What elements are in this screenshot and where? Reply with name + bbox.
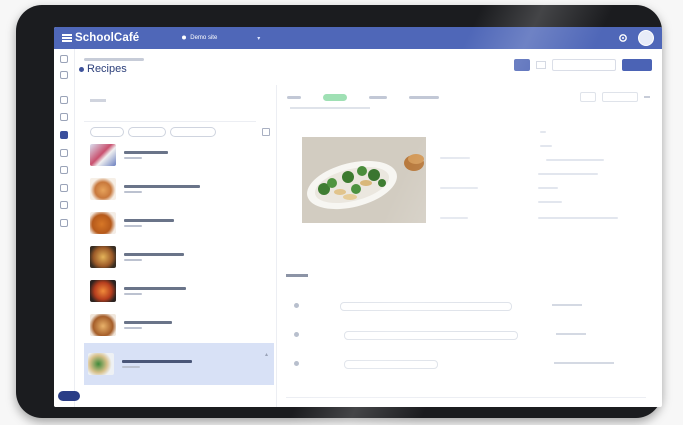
nav-ordering-icon[interactable] [60,184,68,192]
detail-actions [580,92,650,102]
detail-field [540,145,552,147]
detail-field [538,187,558,189]
nav-home-icon[interactable] [60,55,68,63]
section-heading [286,274,308,277]
help-button[interactable] [58,391,80,401]
recipe-thumbnail [90,178,116,200]
app-screen: SchoolCafé Demo site ▾ Recipes ▴ [54,27,662,407]
add-recipe-button[interactable] [622,59,652,71]
chevron-icon[interactable]: ▴ [265,351,268,358]
detail-field [540,131,546,133]
location-selector[interactable]: Demo site ▾ [181,35,260,42]
breadcrumb[interactable] [84,58,144,61]
nav-settings-icon[interactable] [60,219,68,227]
detail-dropdown[interactable] [602,92,638,102]
recipe-thumbnail [90,280,116,302]
list-item[interactable] [86,309,268,341]
tab-nutrients[interactable] [369,96,387,99]
row-icon [294,303,299,308]
detail-field [440,217,468,219]
recipe-thumbnail [90,212,116,234]
nav-reports-icon[interactable] [60,201,68,209]
nav-production-icon[interactable] [60,149,68,157]
row-chip [344,331,518,340]
location-label: Demo site [190,35,218,41]
detail-field [546,159,604,161]
page-toolbar [514,59,652,71]
nav-menu-icon[interactable] [60,71,68,79]
filter-chip[interactable] [90,127,124,137]
tab-ingredients[interactable] [409,96,439,99]
search-input[interactable] [84,111,256,122]
list-item[interactable] [86,173,268,205]
list-item[interactable] [86,275,268,307]
filter-chips [90,127,216,137]
side-nav [54,49,75,407]
page-title: Recipes [79,63,127,75]
detail-field [538,217,618,219]
table-row[interactable] [294,357,644,371]
secondary-action-button[interactable] [552,59,616,71]
nav-recipes-icon[interactable] [60,131,68,139]
detail-field [538,201,562,203]
more-options-button[interactable] [536,61,546,69]
filter-chip[interactable] [128,127,166,137]
recipes-icon [79,66,84,72]
recipe-thumbnail [88,353,114,375]
schoolcafe-logo-icon [62,34,72,42]
list-item-selected[interactable]: ▴ [84,343,274,385]
row-icon [294,361,299,366]
recipe-photo [302,137,426,223]
tablet-frame: SchoolCafé Demo site ▾ Recipes ▴ [16,5,662,418]
row-chip [340,302,512,311]
row-chip [344,360,438,369]
recipe-thumbnail [90,314,116,336]
list-item[interactable] [86,139,268,171]
nav-inventory-icon[interactable] [60,166,68,174]
gear-icon[interactable] [618,33,628,43]
panel-divider [276,85,277,407]
view-toggle-button[interactable] [514,59,530,71]
recipe-list-panel: ▴ [76,85,274,407]
tab-active[interactable] [323,94,347,101]
row-icon [294,332,299,337]
list-item[interactable] [86,207,268,239]
detail-tabs [287,94,439,101]
detail-action[interactable] [580,92,596,102]
search-label [90,99,106,102]
app-name: SchoolCafé [75,32,140,44]
chevron-down-icon: ▾ [257,35,261,42]
detail-field [440,187,478,189]
page-title-text: Recipes [87,63,127,75]
recipe-thumbnail [90,144,116,166]
more-icon[interactable] [644,96,650,98]
app-logo[interactable]: SchoolCafé [62,32,139,44]
user-avatar[interactable] [638,30,654,46]
filter-icon[interactable] [262,128,270,136]
list-item[interactable] [86,241,268,273]
table-row[interactable] [294,328,644,342]
tab-general[interactable] [287,96,301,99]
detail-field [538,173,598,175]
detail-field [440,157,470,159]
top-right-controls [618,30,654,46]
top-bar: SchoolCafé Demo site ▾ [54,27,662,49]
tab-subtitle [290,107,370,109]
nav-planning-icon[interactable] [60,96,68,104]
footer-divider [286,397,646,398]
location-pin-icon [182,35,187,40]
recipe-thumbnail [90,246,116,268]
nav-items-icon[interactable] [60,113,68,121]
filter-chip[interactable] [170,127,216,137]
table-row[interactable] [294,299,644,313]
